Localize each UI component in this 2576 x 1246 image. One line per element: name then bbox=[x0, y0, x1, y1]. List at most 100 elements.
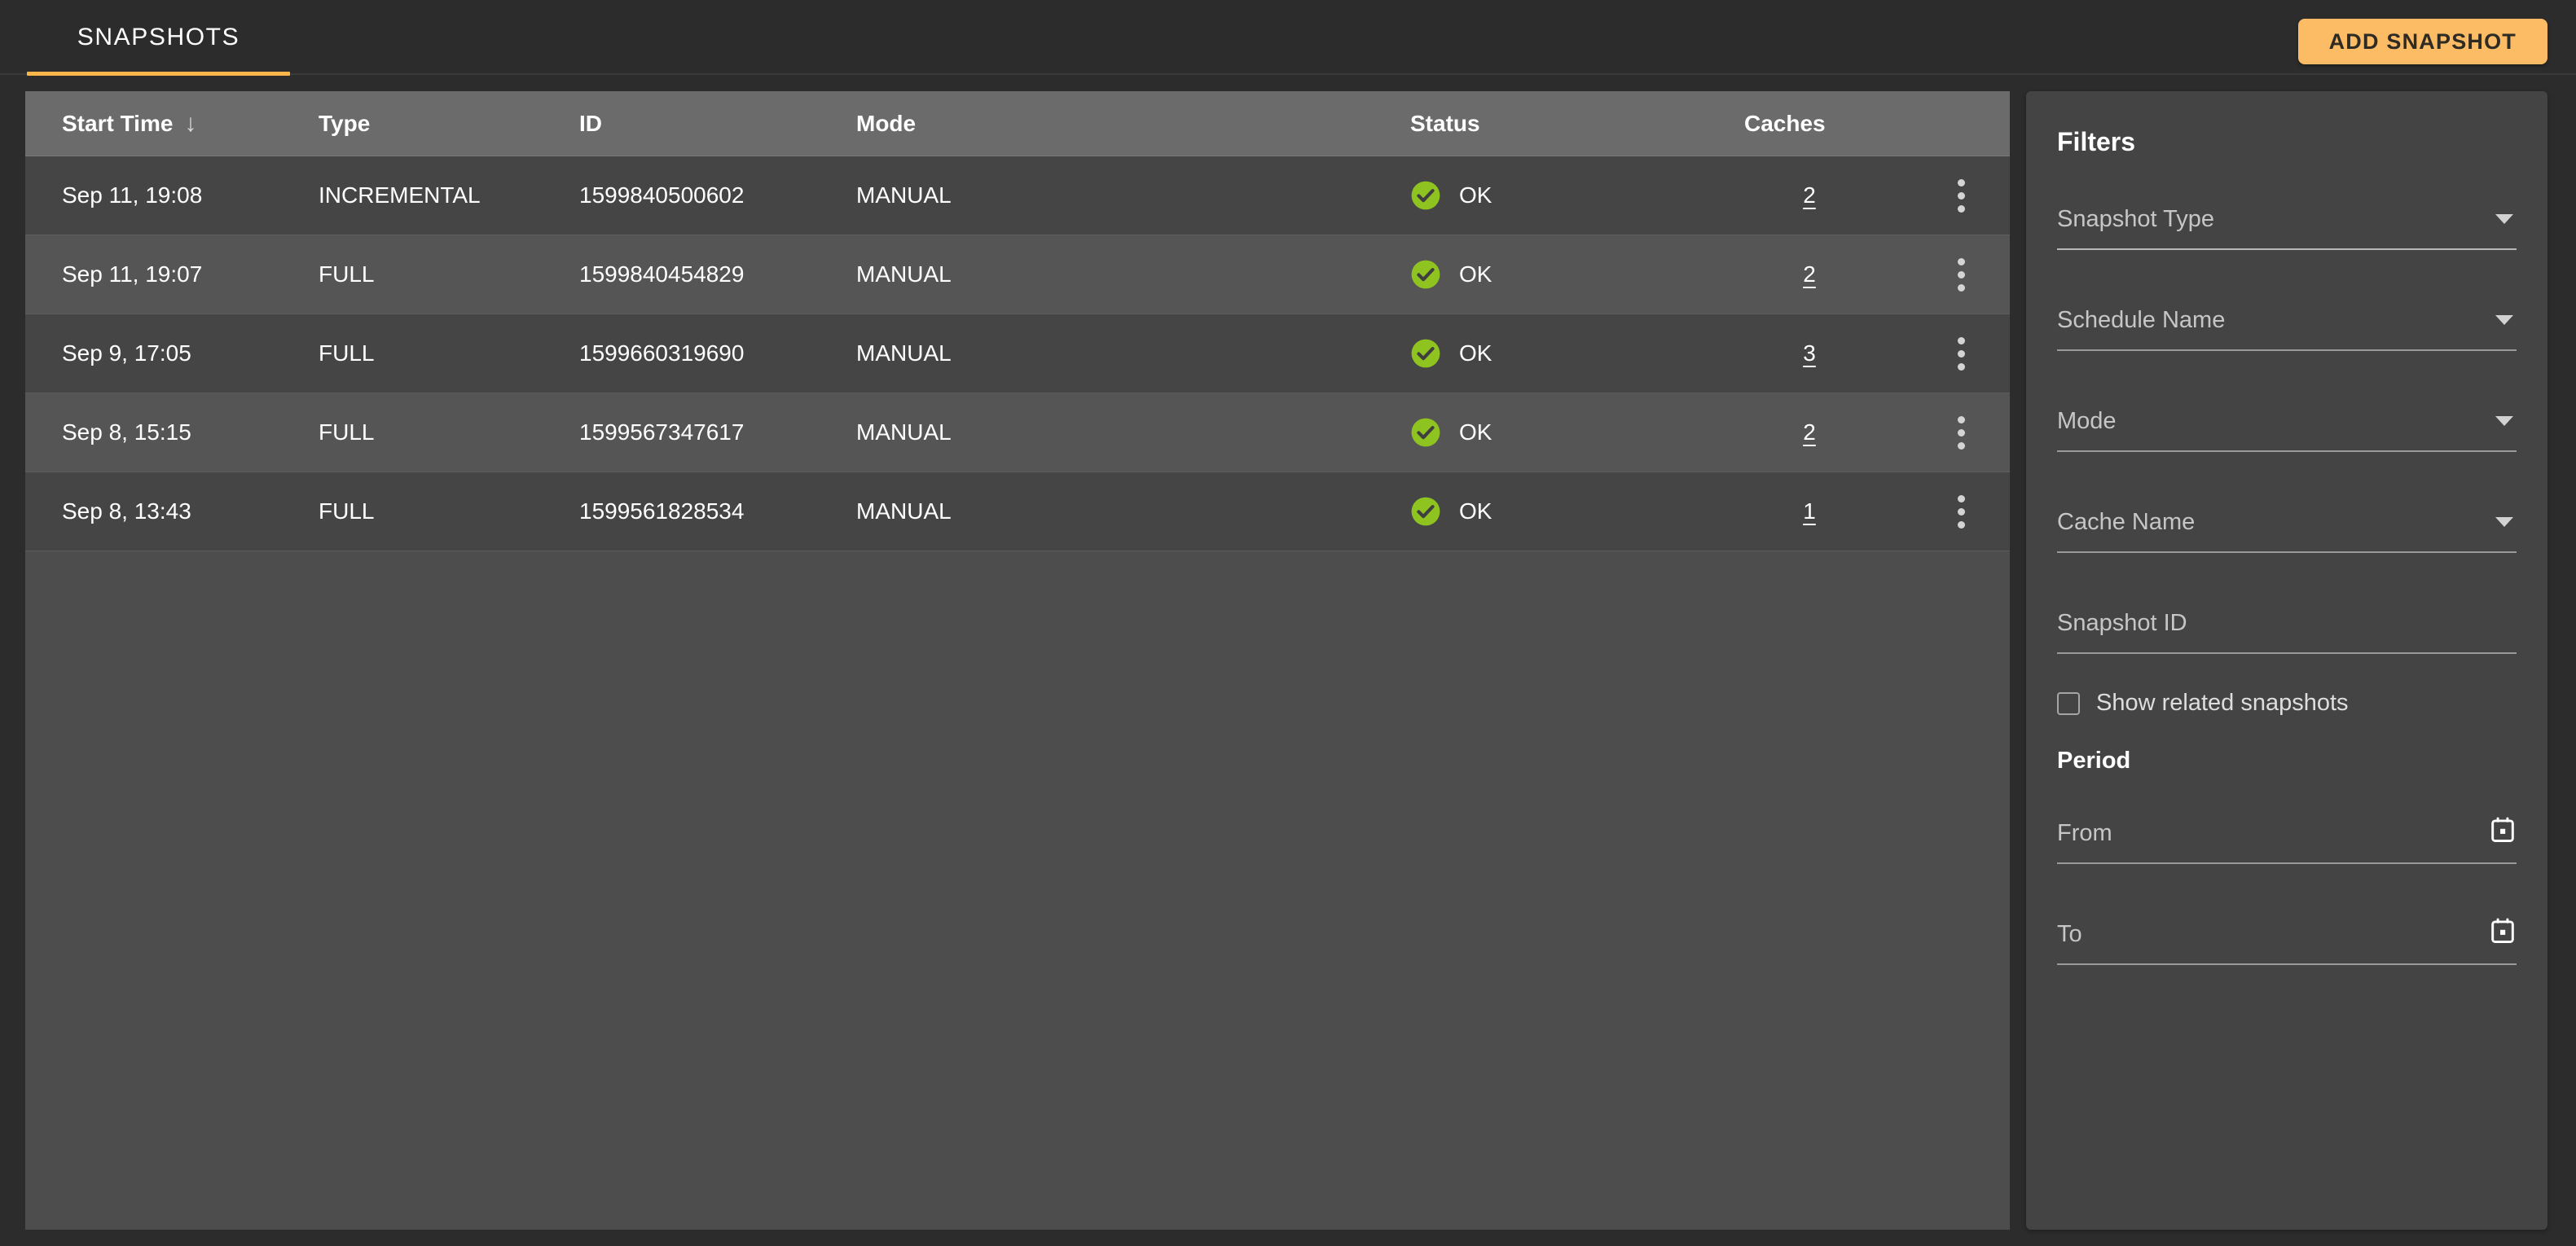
snapshots-table: Start Time ↓ Type ID Mode Status Caches … bbox=[25, 91, 2010, 1230]
status-text: OK bbox=[1459, 419, 1492, 445]
cell-caches: 3 bbox=[1744, 340, 1875, 366]
filter-snapshot-id[interactable]: Snapshot ID bbox=[2057, 612, 2517, 654]
filter-cache-name[interactable]: Cache Name bbox=[2057, 511, 2517, 553]
caches-count-link[interactable]: 3 bbox=[1803, 340, 1816, 366]
cell-actions bbox=[1875, 331, 2010, 377]
column-header-status[interactable]: Status bbox=[1410, 111, 1744, 137]
status-text: OK bbox=[1459, 182, 1492, 208]
cell-id: 1599567347617 bbox=[579, 419, 745, 445]
table-row[interactable]: Sep 11, 19:08 INCREMENTAL 1599840500602 MAN… bbox=[25, 156, 2010, 235]
cell-id: 1599660319690 bbox=[579, 340, 745, 366]
cell-actions bbox=[1875, 252, 2010, 298]
kebab-menu-icon[interactable] bbox=[1951, 173, 1971, 219]
caches-count-link[interactable]: 2 bbox=[1803, 182, 1816, 208]
cell-actions bbox=[1875, 173, 2010, 219]
check-circle-icon bbox=[1410, 180, 1441, 211]
cell-start-time: Sep 11, 19:07 bbox=[62, 261, 203, 287]
cell-type: FULL bbox=[319, 419, 375, 445]
column-header-type[interactable]: Type bbox=[319, 111, 579, 137]
tab-strip: SNAPSHOTS bbox=[0, 0, 2576, 76]
filter-show-related-label: Show related snapshots bbox=[2096, 690, 2349, 716]
table-body: Sep 11, 19:08 INCREMENTAL 1599840500602 MAN… bbox=[25, 156, 2010, 551]
kebab-menu-icon[interactable] bbox=[1951, 489, 1971, 535]
cell-start-time: Sep 11, 19:08 bbox=[62, 182, 203, 208]
table-row[interactable]: Sep 8, 13:43 FULL 1599561828534 MANUAL OK 1 bbox=[25, 472, 2010, 551]
cell-type: INCREMENTAL bbox=[319, 182, 481, 208]
table-row[interactable]: Sep 11, 19:07 FULL 1599840454829 MANUAL OK 2 bbox=[25, 235, 2010, 314]
kebab-menu-icon[interactable] bbox=[1951, 410, 1971, 456]
caches-count-link[interactable]: 2 bbox=[1803, 419, 1816, 445]
chevron-down-icon bbox=[2495, 214, 2513, 224]
filter-period-to[interactable]: To bbox=[2057, 918, 2517, 965]
calendar-icon[interactable] bbox=[2490, 817, 2515, 843]
cell-type: FULL bbox=[319, 498, 375, 524]
chevron-down-icon bbox=[2495, 315, 2513, 325]
column-header-start-time[interactable]: Start Time ↓ bbox=[25, 111, 319, 137]
cell-status: OK bbox=[1410, 338, 1744, 369]
tab-active-indicator bbox=[27, 72, 290, 76]
tab-snapshots[interactable]: SNAPSHOTS bbox=[27, 0, 290, 75]
column-header-mode[interactable]: Mode bbox=[856, 111, 1410, 137]
cell-mode: MANUAL bbox=[856, 498, 952, 524]
kebab-menu-icon[interactable] bbox=[1951, 252, 1971, 298]
cell-id: 1599561828534 bbox=[579, 498, 745, 524]
check-circle-icon bbox=[1410, 338, 1441, 369]
add-snapshot-button[interactable]: ADD SNAPSHOT bbox=[2297, 19, 2547, 64]
cell-caches: 2 bbox=[1744, 261, 1875, 287]
checkbox-icon[interactable] bbox=[2057, 691, 2080, 715]
filter-mode-label: Mode bbox=[2057, 408, 2117, 434]
column-header-caches[interactable]: Caches bbox=[1744, 111, 1875, 137]
top-bar: SNAPSHOTS ADD SNAPSHOT bbox=[0, 0, 2576, 81]
tab-snapshots-label: SNAPSHOTS bbox=[77, 24, 240, 50]
caches-count-link[interactable]: 2 bbox=[1803, 261, 1816, 287]
cell-start-time: Sep 9, 17:05 bbox=[62, 340, 191, 366]
period-section-title: Period bbox=[2057, 748, 2131, 774]
check-circle-icon bbox=[1410, 417, 1441, 448]
cell-actions bbox=[1875, 489, 2010, 535]
check-circle-icon bbox=[1410, 496, 1441, 527]
filter-cache-name-label: Cache Name bbox=[2057, 509, 2196, 535]
filter-schedule-name[interactable]: Schedule Name bbox=[2057, 309, 2517, 351]
status-text: OK bbox=[1459, 261, 1492, 287]
cell-id: 1599840454829 bbox=[579, 261, 745, 287]
chevron-down-icon bbox=[2495, 517, 2513, 527]
status-text: OK bbox=[1459, 340, 1492, 366]
filter-schedule-name-label: Schedule Name bbox=[2057, 307, 2226, 333]
cell-start-time: Sep 8, 15:15 bbox=[62, 419, 191, 445]
cell-caches: 1 bbox=[1744, 498, 1875, 524]
cell-id: 1599840500602 bbox=[579, 182, 745, 208]
chevron-down-icon bbox=[2495, 416, 2513, 426]
cell-mode: MANUAL bbox=[856, 261, 952, 287]
filters-panel: Filters Snapshot Type Schedule Name Mode… bbox=[2026, 91, 2547, 1230]
cell-status: OK bbox=[1410, 259, 1744, 290]
table-row[interactable]: Sep 8, 15:15 FULL 1599567347617 MANUAL OK 2 bbox=[25, 393, 2010, 472]
cell-start-time: Sep 8, 13:43 bbox=[62, 498, 191, 524]
column-header-start-time-label: Start Time bbox=[62, 110, 174, 136]
kebab-menu-icon[interactable] bbox=[1951, 331, 1971, 377]
filters-title: Filters bbox=[2057, 127, 2136, 156]
filter-period-from[interactable]: From bbox=[2057, 817, 2517, 864]
filter-snapshot-type-label: Snapshot Type bbox=[2057, 206, 2214, 232]
cell-status: OK bbox=[1410, 417, 1744, 448]
cell-status: OK bbox=[1410, 496, 1744, 527]
status-text: OK bbox=[1459, 498, 1492, 524]
filter-snapshot-id-label: Snapshot ID bbox=[2057, 610, 2187, 636]
caches-count-link[interactable]: 1 bbox=[1803, 498, 1816, 524]
cell-mode: MANUAL bbox=[856, 182, 952, 208]
cell-mode: MANUAL bbox=[856, 419, 952, 445]
cell-caches: 2 bbox=[1744, 419, 1875, 445]
cell-mode: MANUAL bbox=[856, 340, 952, 366]
arrow-down-icon: ↓ bbox=[184, 109, 197, 137]
table-row[interactable]: Sep 9, 17:05 FULL 1599660319690 MANUAL OK 3 bbox=[25, 314, 2010, 393]
table-header-row: Start Time ↓ Type ID Mode Status Caches bbox=[25, 91, 2010, 156]
cell-type: FULL bbox=[319, 340, 375, 366]
check-circle-icon bbox=[1410, 259, 1441, 290]
column-header-id[interactable]: ID bbox=[579, 111, 856, 137]
filter-mode[interactable]: Mode bbox=[2057, 410, 2517, 452]
calendar-icon[interactable] bbox=[2490, 918, 2515, 944]
cell-type: FULL bbox=[319, 261, 375, 287]
cell-actions bbox=[1875, 410, 2010, 456]
filter-period-from-label: From bbox=[2057, 820, 2112, 846]
filter-show-related-snapshots[interactable]: Show related snapshots bbox=[2057, 690, 2517, 717]
filter-snapshot-type[interactable]: Snapshot Type bbox=[2057, 208, 2517, 250]
